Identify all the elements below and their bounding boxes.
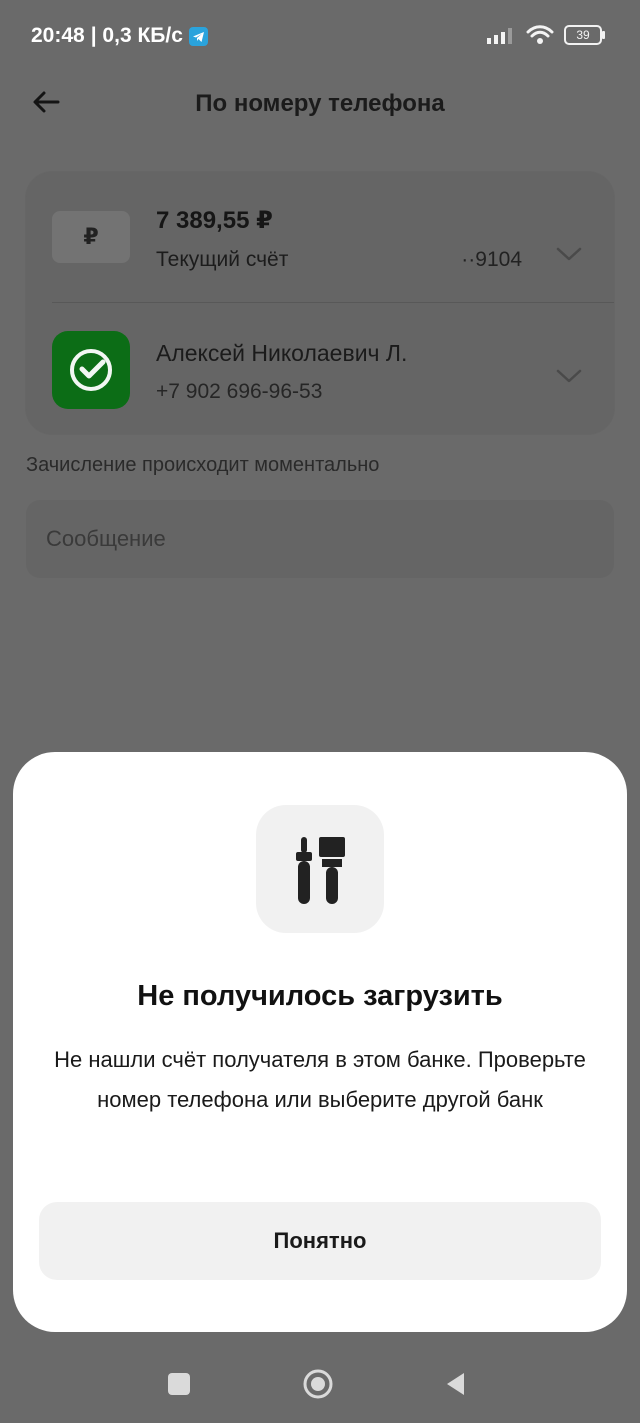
telegram-icon: [188, 26, 208, 46]
account-balance: 7 389,55 ₽: [156, 207, 273, 234]
battery-icon: 39: [564, 25, 605, 45]
dialog-title: Не получилось загрузить: [137, 980, 503, 1012]
sber-logo-icon: [52, 331, 130, 409]
recipient-selector[interactable]: Алексей Николаевич Л. +7 902 696-96-53: [26, 314, 614, 434]
ok-button[interactable]: Понятно: [39, 1202, 601, 1280]
battery-level: 39: [576, 28, 590, 42]
status-time-group: 20:48 | 0,3 КБ/с: [31, 24, 208, 48]
recent-apps-icon[interactable]: [168, 1373, 190, 1395]
instant-transfer-note: Зачисление происходит моментально: [26, 454, 380, 476]
page-title: По номеру телефона: [195, 90, 445, 117]
account-type: Текущий счёт: [156, 248, 289, 271]
transfer-card: ₽ 7 389,55 ₽ Текущий счёт ··9104 Алексей…: [26, 172, 614, 434]
app-header: По номеру телефона: [0, 72, 640, 132]
message-input[interactable]: Сообщение: [26, 500, 614, 578]
chevron-down-icon[interactable]: [556, 246, 582, 262]
status-bar: 20:48 | 0,3 КБ/с 39: [0, 0, 640, 72]
status-time: 20:48: [31, 24, 85, 47]
recipient-phone: +7 902 696-96-53: [156, 380, 323, 403]
system-navigation-bar: [0, 1340, 640, 1423]
ruble-icon: ₽: [52, 211, 130, 263]
source-account-selector[interactable]: ₽ 7 389,55 ₽ Текущий счёт ··9104: [26, 190, 614, 310]
divider: [52, 302, 614, 303]
signal-icon: [487, 28, 512, 44]
account-number: ··9104: [461, 248, 522, 271]
dialog-message: Не нашли счёт получателя в этом банке. П…: [54, 1047, 586, 1112]
status-icons: 39: [486, 25, 605, 45]
error-bottom-sheet: Не получилось загрузить Не нашли счёт по…: [13, 752, 627, 1332]
chevron-down-icon[interactable]: [556, 368, 582, 384]
tools-icon: [256, 805, 384, 933]
back-icon[interactable]: [444, 1371, 466, 1397]
home-icon[interactable]: [302, 1368, 334, 1400]
network-speed: | 0,3 КБ/с: [90, 24, 183, 47]
wifi-icon: [526, 25, 554, 44]
recipient-name: Алексей Николаевич Л.: [156, 340, 408, 366]
